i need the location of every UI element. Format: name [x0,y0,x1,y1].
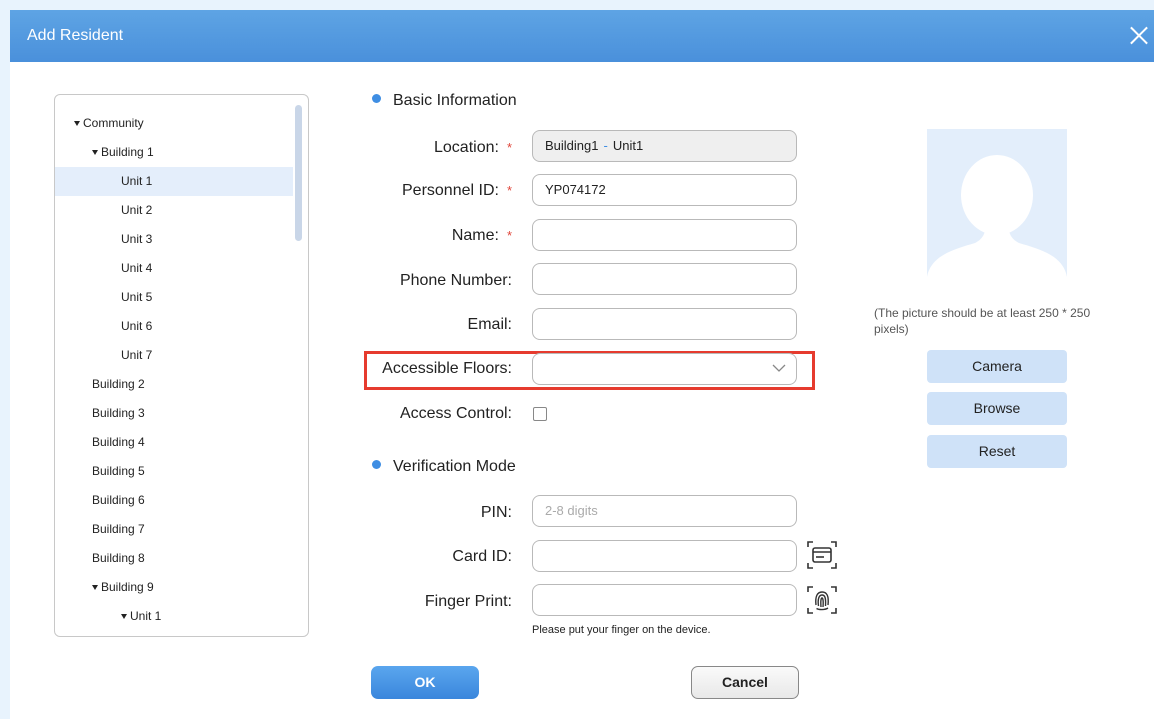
tree-item-label: Building 7 [92,522,145,536]
tree-item[interactable]: Unit 3 [55,225,293,254]
pin-label: PIN: [480,504,512,521]
section-bullet-icon [372,460,381,469]
tree-item-label: Unit 6 [121,319,153,333]
phone-label: Phone Number: [399,272,512,289]
personnel-id-input[interactable]: YP074172 [532,174,797,206]
tree-item-label: Unit 5 [121,290,153,304]
tree-item[interactable]: Building 9 [55,573,293,602]
section-title-text: Verification Mode [393,458,516,475]
section-basic-information: Basic Information [372,92,517,110]
tree-item-label: Unit 2 [121,203,153,217]
tree-item[interactable]: Building 6 [55,486,293,515]
card-reader-icon[interactable] [805,538,839,572]
personnel-id-label: Personnel ID: * [402,182,512,199]
caret-down-icon[interactable] [121,614,127,619]
tree-item-label: Building 1 [101,145,154,159]
tree-scrollbar[interactable] [295,105,302,241]
finger-print-input[interactable] [532,584,797,616]
tree-item-label: Unit 1 [121,174,153,188]
tree-item[interactable]: Unit 1 [55,167,293,196]
tree-item[interactable]: Community [55,109,293,138]
tree-item[interactable]: Building 8 [55,544,293,573]
tree-item[interactable]: Building 1 [55,138,293,167]
finger-print-hint: Please put your finger on the device. [532,624,711,636]
access-control-label: Access Control: [399,405,512,422]
tree-item[interactable]: Floor 1 [55,631,293,636]
chevron-down-icon [772,364,786,372]
required-mark: * [506,140,512,155]
tree-item[interactable]: Unit 2 [55,196,293,225]
access-control-checkbox[interactable] [533,407,547,421]
tree-item[interactable]: Unit 4 [55,254,293,283]
tree-item-label: Building 2 [92,377,145,391]
section-title-text: Basic Information [393,92,517,109]
tree-item[interactable]: Unit 7 [55,341,293,370]
card-id-label: Card ID: [452,548,512,565]
ok-button[interactable]: OK [371,666,479,699]
cancel-button[interactable]: Cancel [691,666,799,699]
tree-item-label: Building 8 [92,551,145,565]
close-icon[interactable] [1124,21,1154,51]
section-verification-mode: Verification Mode [372,458,516,476]
avatar-placeholder-icon [927,155,1067,291]
location-unit: Unit1 [612,138,644,153]
required-mark: * [506,183,512,198]
dialog-title: Add Resident [27,27,124,44]
name-label: Name: * [451,227,512,244]
card-id-input[interactable] [532,540,797,572]
tree-item[interactable]: Building 3 [55,399,293,428]
tree-item-label: Building 4 [92,435,145,449]
tree-item-label: Building 6 [92,493,145,507]
caret-down-icon[interactable] [92,585,98,590]
pin-input[interactable]: 2-8 digits [532,495,797,527]
camera-button[interactable]: Camera [927,350,1067,383]
phone-input[interactable] [532,263,797,295]
tree-item-label: Building 3 [92,406,145,420]
caret-down-icon[interactable] [74,121,80,126]
required-mark: * [506,228,512,243]
tree-item[interactable]: Unit 6 [55,312,293,341]
fingerprint-icon[interactable] [805,583,839,617]
tree-item-label: Unit 7 [121,348,153,362]
finger-print-label: Finger Print: [424,593,512,610]
tree-item[interactable]: Unit 1 [55,602,293,631]
tree-item[interactable]: Building 4 [55,428,293,457]
tree-item-label: Unit 3 [121,232,153,246]
location-label: Location: * [434,139,512,156]
email-input[interactable] [532,308,797,340]
name-input[interactable] [532,219,797,251]
accessible-floors-label: Accessible Floors: [382,360,512,377]
tree-item-label: Unit 4 [121,261,153,275]
tree-item-label: Community [83,116,144,130]
email-label: Email: [467,316,512,333]
section-bullet-icon [372,94,381,103]
tree-item-label: Unit 1 [130,609,162,623]
location-tree[interactable]: Floor 1 Unit 1 Building 9 Building 8 Buildin… [54,94,309,637]
photo-size-note: (The picture should be at least 250 * 25… [874,306,1091,336]
title-bar: Add Resident [10,10,1154,62]
resident-photo [927,129,1067,291]
tree-item[interactable]: Unit 5 [55,283,293,312]
reset-button[interactable]: Reset [927,435,1067,468]
browse-button[interactable]: Browse [927,392,1067,425]
tree-item[interactable]: Building 7 [55,515,293,544]
dialog-body: Floor 1 Unit 1 Building 9 Building 8 Buildin… [10,62,1154,719]
accessible-floors-dropdown[interactable] [532,353,797,385]
location-field: Building1- Unit1 [532,130,797,162]
tree-item[interactable]: Building 5 [55,457,293,486]
location-building: Building1 [545,138,599,153]
tree-item-label: Building 5 [92,464,145,478]
tree-item[interactable]: Building 2 [55,370,293,399]
caret-down-icon[interactable] [92,150,98,155]
tree-item-label: Building 9 [101,580,154,594]
